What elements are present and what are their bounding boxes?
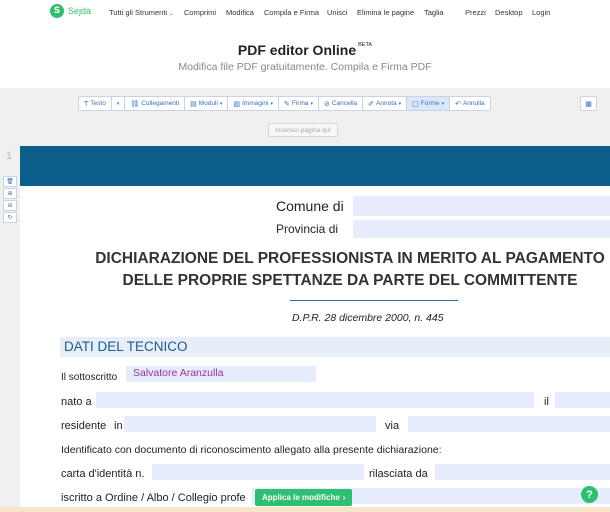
logo-text: Sejda <box>68 6 92 16</box>
comune-label: Comune di <box>276 198 344 214</box>
annotate-icon: ✐ <box>368 99 375 108</box>
sottoscritto-value: Salvatore Aranzulla <box>133 367 224 379</box>
provincia-field[interactable] <box>353 220 610 238</box>
comune-field[interactable] <box>353 196 610 216</box>
document-title-line2: DELLE PROPRIE SPETTANZE DA PARTE DEL COM… <box>122 272 578 289</box>
hero: PDF editor Online BETA Modifica file PDF … <box>0 26 610 88</box>
tool-forms-button[interactable]: ▤ Moduli ▾ <box>185 97 229 110</box>
nav-item-pricing[interactable]: Prezzi <box>465 8 486 17</box>
via-field[interactable] <box>408 416 610 432</box>
tool-annotate-button[interactable]: ✐ Annota ▾ <box>363 97 408 110</box>
editor-area: T Testo ▾ ⛓ Collegamenti ▤ Moduli ▾ ▨ Immagin… <box>0 88 610 512</box>
in-label: in <box>114 420 123 432</box>
nato-label: nato a <box>61 396 92 408</box>
nav-item-fill-sign[interactable]: Compila e Firma <box>264 8 319 17</box>
nav-item-tools[interactable]: Tutti gli Strumenti ⌄ <box>109 8 173 17</box>
undo-icon: ↶ <box>455 99 461 108</box>
residente-field[interactable] <box>124 416 376 432</box>
tool-text-button[interactable]: T Testo <box>79 97 112 110</box>
caret-down-icon: ▾ <box>398 100 402 107</box>
il-label: il <box>544 396 549 408</box>
residente-label: residente <box>61 420 107 432</box>
iscritto-label: iscritto a Ordine / Albo / Collegio prof… <box>61 492 246 504</box>
chevron-right-icon: › <box>342 493 346 502</box>
logo[interactable]: S Sejda <box>50 4 91 18</box>
carta-field[interactable] <box>152 464 364 480</box>
provincia-label: Provincia di <box>276 222 339 236</box>
nav-item-delete-pages[interactable]: Elimina le pagine <box>357 8 414 17</box>
apply-changes-button[interactable]: Applica le modifiche › <box>255 489 353 506</box>
zoom-out-icon[interactable]: ⊖ <box>3 200 17 211</box>
title-underline <box>290 300 458 301</box>
tool-undo-button[interactable]: ↶ Annulla <box>450 97 490 110</box>
tool-sign-button[interactable]: ✎ Firma ▾ <box>279 97 319 110</box>
signature-icon: ✎ <box>283 99 290 108</box>
link-icon: ⛓ <box>130 99 140 108</box>
document-header-banner <box>20 146 610 186</box>
nav-item-edit[interactable]: Modifica <box>226 8 254 17</box>
delete-page-icon[interactable]: 🗑 <box>3 176 17 187</box>
sottoscritto-label: Il sottoscritto <box>61 372 118 383</box>
nav-item-crop[interactable]: Taglia <box>424 8 444 17</box>
identificato-text: Identificato con documento di riconoscim… <box>61 444 442 456</box>
image-icon: ▨ <box>233 99 241 108</box>
tool-erase-button[interactable]: ⊘ Cancella <box>319 97 364 110</box>
zoom-in-icon[interactable]: ⊕ <box>3 188 17 199</box>
section-title: DATI DEL TECNICO <box>60 337 610 357</box>
caret-down-icon: ▾ <box>219 100 223 107</box>
help-icon[interactable]: ? <box>581 486 598 503</box>
form-icon: ▤ <box>190 99 197 108</box>
carta-label: carta d'identità n. <box>61 468 145 480</box>
pdf-page[interactable]: Comune di Provincia di DICHIARAZIONE DEL… <box>20 146 610 512</box>
page-title: PDF editor Online BETA <box>237 42 373 58</box>
tool-images-button[interactable]: ▨ Immagini ▾ <box>228 97 279 110</box>
nav-item-compress[interactable]: Comprimi <box>184 8 216 17</box>
caret-down-icon: ▾ <box>441 100 445 107</box>
text-icon: T <box>84 99 89 108</box>
shape-icon: □ <box>412 99 419 108</box>
page-subtitle: Modifica file PDF gratuitamente. Compila… <box>178 61 432 73</box>
dpr-reference: D.P.R. 28 dicembre 2000, n. 445 <box>292 312 444 324</box>
date-field[interactable] <box>555 392 610 408</box>
document-title-line1: DICHIARAZIONE DEL PROFESSIONISTA IN MERI… <box>95 250 605 267</box>
bottom-strip <box>0 507 610 512</box>
eraser-icon: ⊘ <box>323 99 330 108</box>
insert-page-button[interactable]: Inserisci pagina qui <box>268 123 338 137</box>
chevron-down-icon: ⌄ <box>169 11 174 17</box>
tool-links-button[interactable]: ⛓ Collegamenti <box>125 97 186 110</box>
caret-down-icon: ▾ <box>116 100 120 107</box>
page-side-tools: 🗑 ⊕ ⊖ ↻ <box>3 176 17 223</box>
caret-down-icon: ▾ <box>310 100 313 107</box>
top-nav: S Sejda Tutti gli Strumenti ⌄ Comprimi M… <box>0 0 610 26</box>
rotate-icon[interactable]: ↻ <box>3 212 17 223</box>
nav-item-login[interactable]: Login <box>532 8 550 17</box>
via-label: via <box>385 420 400 432</box>
thumbnails-toggle-button[interactable]: ▦ <box>580 96 597 111</box>
page-number: 1 <box>6 150 13 162</box>
editor-toolbar: T Testo ▾ ⛓ Collegamenti ▤ Moduli ▾ ▨ Immagin… <box>78 96 491 111</box>
nav-item-desktop[interactable]: Desktop <box>495 8 523 17</box>
nav-item-merge[interactable]: Unisci <box>327 8 347 17</box>
grid-icon: ▦ <box>585 99 592 108</box>
caret-down-icon: ▾ <box>270 100 273 107</box>
beta-badge: BETA <box>358 42 373 48</box>
rilasciata-label: rilasciata da <box>369 468 428 480</box>
nato-field[interactable] <box>96 392 534 408</box>
tool-text-dropdown[interactable]: ▾ <box>112 97 126 110</box>
sejda-logo-icon: S <box>50 4 64 18</box>
tool-shapes-button[interactable]: □ Forme ▾ <box>407 97 451 110</box>
rilasciata-field[interactable] <box>435 464 610 480</box>
